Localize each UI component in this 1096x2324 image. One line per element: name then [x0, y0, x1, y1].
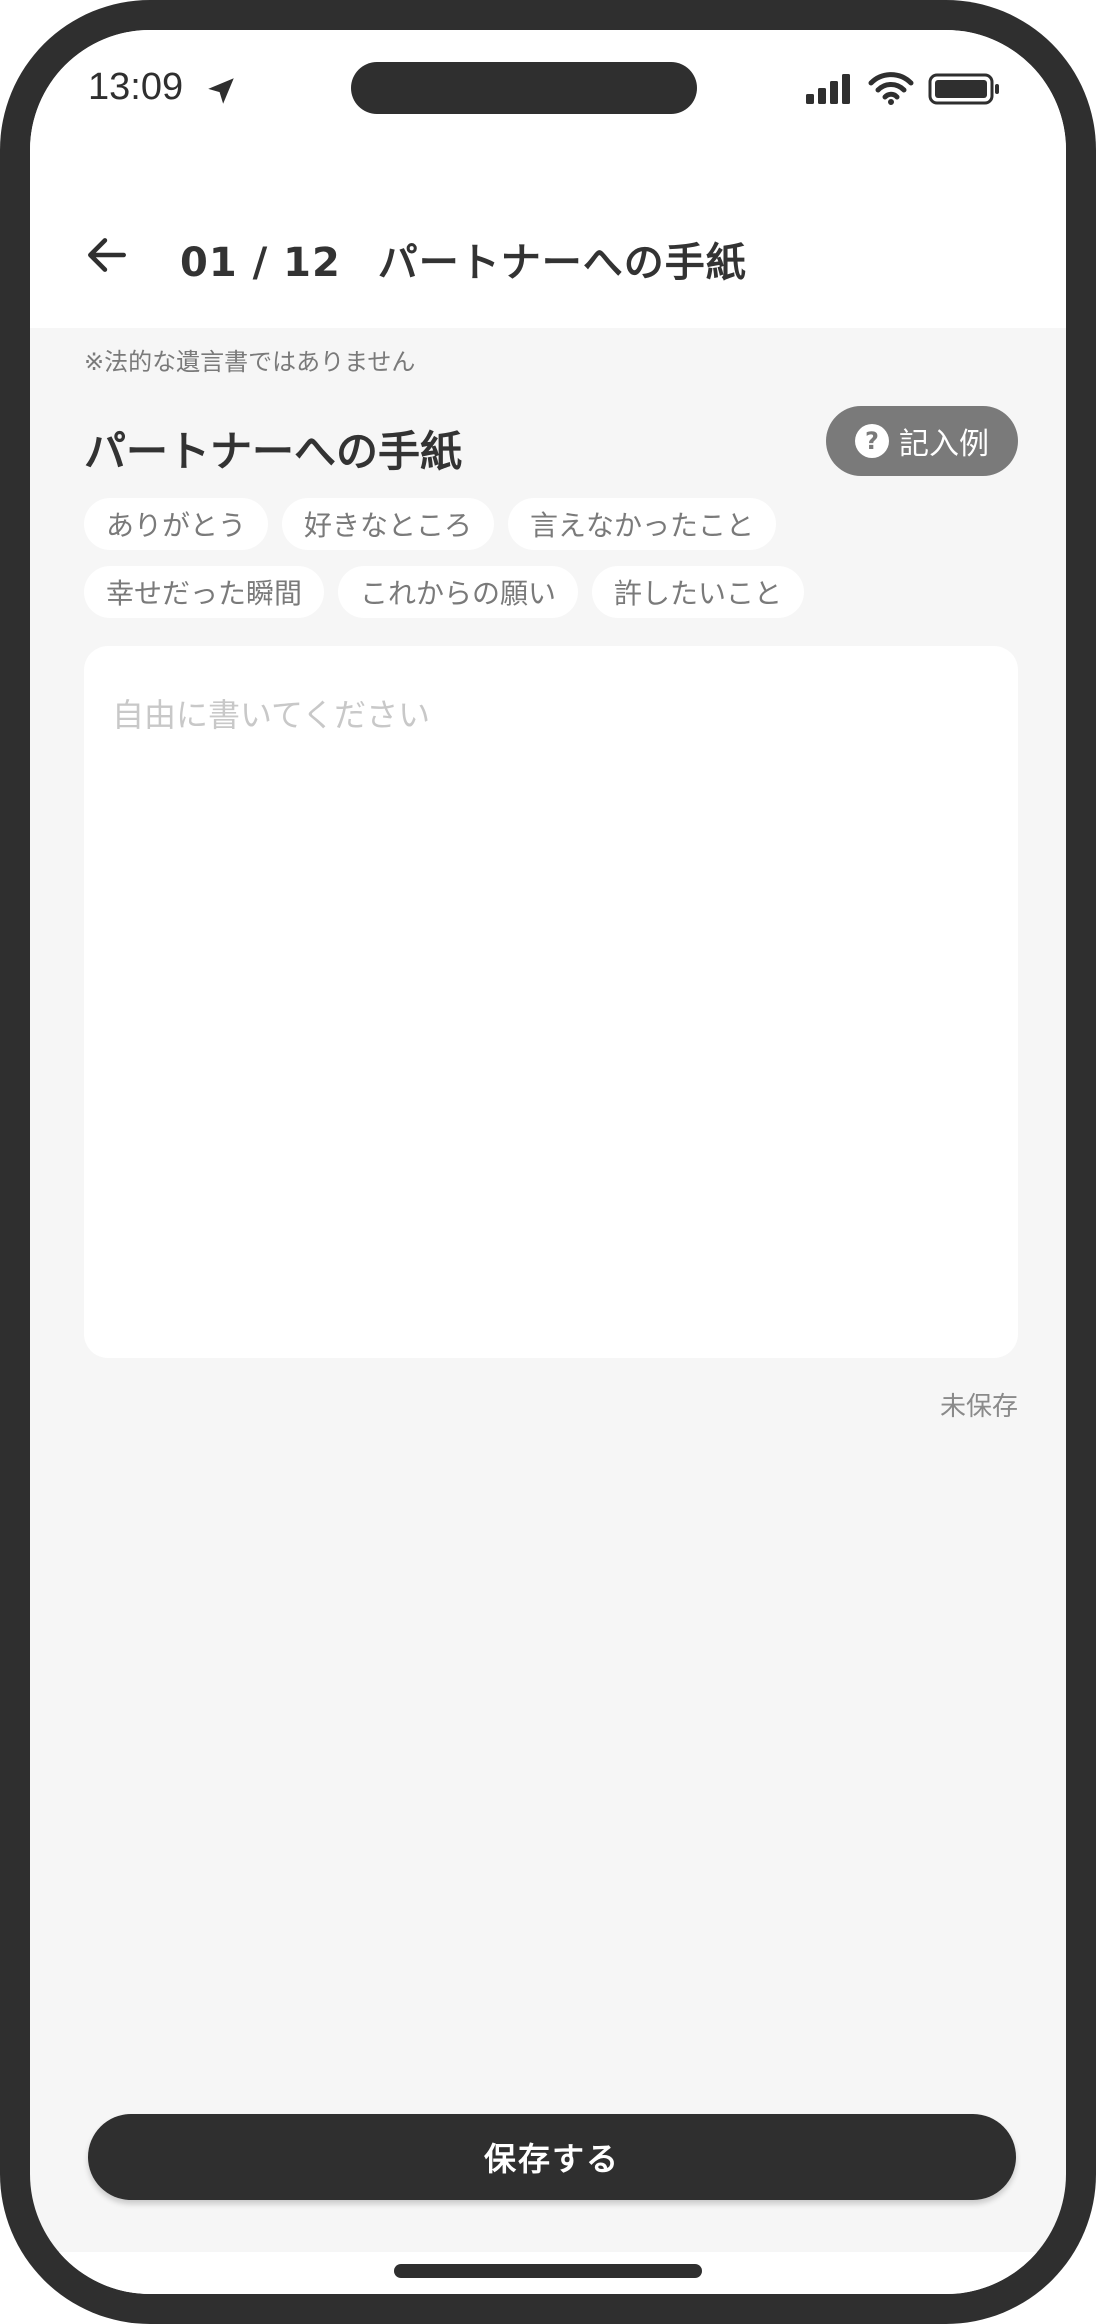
- section-title: パートナーへの手紙: [84, 427, 463, 476]
- prompt-chip[interactable]: 許したいこと: [592, 566, 805, 618]
- prompt-chips-row-1: ありがとう 好きなところ 言えなかったこと: [84, 498, 777, 550]
- battery-icon: [928, 73, 999, 105]
- app-screen: 13:09 01 / 12 パートナーへの手紙 ※法的な遺言書ではありません パ…: [30, 30, 1066, 2294]
- example-button[interactable]: ? 記入例: [826, 406, 1018, 476]
- dynamic-island: [351, 62, 697, 114]
- prompt-chip[interactable]: ありがとう: [84, 498, 269, 550]
- navigation-bar: 01 / 12 パートナーへの手紙: [30, 158, 1066, 328]
- question-icon: ?: [855, 424, 889, 458]
- device-frame: 13:09 01 / 12 パートナーへの手紙 ※法的な遺言書ではありません パ…: [0, 0, 1096, 2324]
- page-counter: 01 / 12: [180, 240, 341, 286]
- legal-disclaimer: ※法的な遺言書ではありません: [84, 348, 416, 376]
- page-title-text: パートナーへの手紙: [377, 240, 747, 286]
- example-button-label: 記入例: [899, 427, 989, 462]
- status-bar: 13:09: [30, 30, 1066, 158]
- save-button[interactable]: 保存する: [88, 2114, 1016, 2200]
- letter-textarea[interactable]: [84, 646, 1018, 1358]
- prompt-chip[interactable]: 好きなところ: [282, 498, 495, 550]
- save-status: 未保存: [939, 1392, 1018, 1422]
- arrow-left-icon[interactable]: [82, 230, 132, 280]
- prompt-chips-row-2: 幸せだった瞬間 これからの願い 許したいこと: [84, 566, 805, 618]
- prompt-chip[interactable]: 幸せだった瞬間: [84, 566, 325, 618]
- prompt-chip[interactable]: これからの願い: [338, 566, 579, 618]
- signal-icon: [806, 74, 850, 104]
- prompt-chip[interactable]: 言えなかったこと: [508, 498, 777, 550]
- location-arrow-icon: [208, 78, 234, 104]
- status-time: 13:09: [88, 66, 184, 108]
- wifi-icon: [868, 72, 914, 105]
- letter-textarea-container: [84, 646, 1018, 1358]
- page-title: 01 / 12 パートナーへの手紙: [180, 230, 747, 288]
- home-indicator[interactable]: [394, 2264, 702, 2278]
